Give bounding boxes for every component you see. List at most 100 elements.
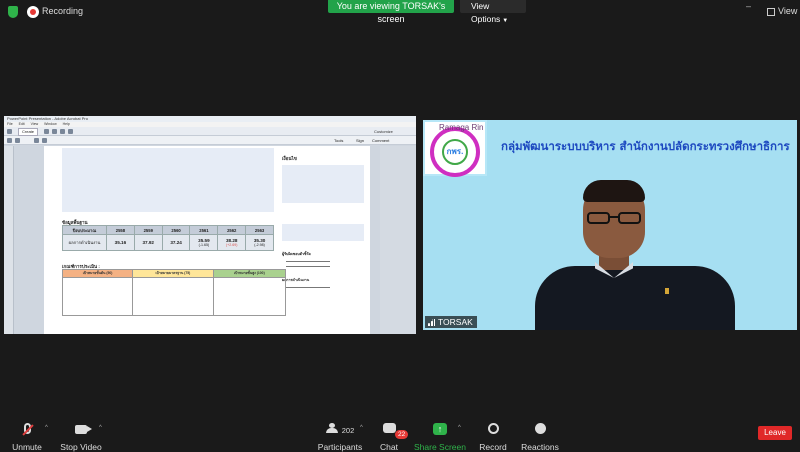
stop-video-label: Stop Video [60, 442, 102, 452]
host-name-overlay: Ramaga Rin [439, 123, 484, 132]
comment-tab[interactable]: Comment [372, 138, 389, 143]
logo-ring: กพร. [430, 127, 480, 177]
chevron-down-icon: ▼ [502, 18, 509, 24]
signature-line [286, 287, 330, 289]
table-cell: 38.28 (+2.69) [217, 234, 247, 251]
zoom-out-icon[interactable] [34, 138, 39, 143]
logo-text: กพร. [442, 139, 468, 165]
signature-line [286, 261, 330, 263]
cell-value: 37.24 [170, 240, 182, 245]
table-header: 2563 [245, 225, 274, 235]
result-label: ผลการดำเนินงาน [282, 278, 310, 283]
viewing-share-banner: You are viewing TORSAK's screen [328, 0, 454, 24]
criteria-cell [61, 277, 134, 316]
presenter-video-tile[interactable]: กพร. Ramaga Rin กลุ่มพัฒนาระบบบริหาร สำน… [423, 120, 797, 330]
participant-name-tag: TORSAK [425, 316, 477, 328]
participant-name: TORSAK [438, 317, 473, 327]
table-cell: 35.59 (-1.65) [189, 234, 219, 251]
table-cell: 37.24 [161, 234, 191, 251]
prev-page-icon[interactable] [7, 138, 12, 143]
create-button[interactable]: Create [18, 128, 39, 136]
reactions-button[interactable]: Reactions [500, 412, 580, 452]
criteria-table: เป้าหมายขั้นต้น (50) เป้าหมายมาตรฐาน (75… [61, 269, 287, 316]
save-icon[interactable] [52, 129, 57, 134]
table-header: 2561 [189, 225, 219, 235]
security-shield-icon[interactable] [8, 6, 18, 18]
view-options-button[interactable]: View Options ▼ [460, 0, 526, 24]
table-cell: 35.30 (-2.98) [245, 234, 274, 251]
criteria-header-advanced: เป้าหมายขั้นสูง (100) [212, 269, 287, 278]
reactions-icon [534, 423, 546, 434]
row-label: ผลการดำเนินงาน [62, 234, 107, 251]
view-button[interactable]: View [766, 6, 797, 16]
print-icon[interactable] [60, 129, 65, 134]
chat-icon [382, 423, 396, 433]
presenter-figure [535, 168, 797, 330]
zoom-in-icon[interactable] [42, 138, 47, 143]
criteria-cell [132, 277, 214, 316]
signal-bars-icon [428, 319, 435, 326]
table-cell: 35.16 [106, 234, 135, 251]
muted-mic-icon [23, 423, 31, 434]
caret-up-icon[interactable]: ^ [99, 425, 102, 431]
view-label: View [778, 6, 798, 16]
conditions-column: เงื่อนไข ผู้รับผิดชอบตัวชี้วัด ผลการดำเน… [282, 148, 364, 289]
menu-item-window[interactable]: Window [44, 122, 56, 126]
acrobat-right-gutter [380, 146, 416, 334]
glasses-icon [587, 212, 643, 224]
table-header: 2560 [161, 225, 191, 235]
acrobat-toolbar: Create Customize [4, 127, 416, 136]
cell-value: 35.16 [114, 240, 127, 245]
signature-line [286, 266, 330, 268]
meeting-controls-bar: ^ Unmute ^ Stop Video 202 ^ Participants … [0, 412, 800, 452]
minimize-icon[interactable]: – [746, 1, 751, 11]
kpi-description-box [62, 148, 274, 212]
cell-change: (-2.98) [254, 243, 265, 247]
conditions-title: เงื่อนไข [282, 156, 297, 161]
conditions-box-2 [282, 224, 364, 242]
pdf-page: เงื่อนไข ผู้รับผิดชอบตัวชี้วัด ผลการดำเน… [44, 146, 370, 334]
share-screen-icon: ↑ [433, 423, 447, 435]
presenter-suit [535, 266, 735, 330]
org-title-banner: กลุ่มพัฒนาระบบบริหาร สำนักงานปลัดกระทรวง… [501, 139, 790, 153]
table-header: 2558 [106, 225, 135, 235]
open-icon[interactable] [44, 129, 49, 134]
criteria-header-standard: เป้าหมายมาตรฐาน (75) [132, 269, 214, 278]
tools-tab[interactable]: Tools [334, 138, 343, 143]
table-header: 2559 [133, 225, 163, 235]
cell-change: (-1.65) [198, 243, 210, 247]
menu-item-view[interactable]: View [31, 122, 39, 126]
video-camera-icon [75, 425, 92, 434]
table-header: 2562 [217, 225, 247, 235]
cell-value: 37.92 [142, 240, 154, 245]
presenter-hair [583, 180, 645, 202]
menu-item-edit[interactable]: Edit [19, 122, 25, 126]
recording-icon [27, 6, 39, 18]
table-header: ปีงบประมาณ [62, 225, 107, 235]
criteria-header-basic: เป้าหมายขั้นต้น (50) [61, 269, 134, 278]
recording-label: Recording [42, 6, 84, 16]
menu-item-help[interactable]: Help [63, 122, 70, 126]
mail-icon[interactable] [68, 129, 73, 134]
criteria-cell [212, 277, 287, 316]
view-options-label: View Options [471, 1, 501, 24]
acrobat-home-icon[interactable] [7, 129, 12, 134]
cell-change: (+2.69) [225, 243, 238, 247]
next-page-icon[interactable] [15, 138, 20, 143]
lapel-pin [665, 288, 669, 294]
table-cell: 37.92 [133, 234, 163, 251]
shared-screen-acrobat-window[interactable]: PowerPoint Presentation - Adobe Acrobat … [4, 116, 416, 334]
leave-button[interactable]: Leave [758, 426, 792, 440]
responsible-label: ผู้รับผิดชอบตัวชี้วัด [282, 252, 311, 257]
acrobat-left-panel[interactable] [4, 146, 14, 334]
reactions-label: Reactions [521, 442, 559, 452]
acrobat-nav-toolbar: Tools Sign Comment [4, 136, 416, 145]
conditions-note [282, 213, 364, 222]
customize-label[interactable]: Customize [374, 129, 393, 134]
menu-item-file[interactable]: File [7, 122, 13, 126]
meeting-top-bar: Recording You are viewing TORSAK's scree… [0, 0, 800, 24]
participants-icon [325, 423, 340, 433]
sign-tab[interactable]: Sign [356, 138, 364, 143]
stop-video-button[interactable]: ^ Stop Video [41, 412, 121, 452]
record-icon [487, 423, 499, 434]
